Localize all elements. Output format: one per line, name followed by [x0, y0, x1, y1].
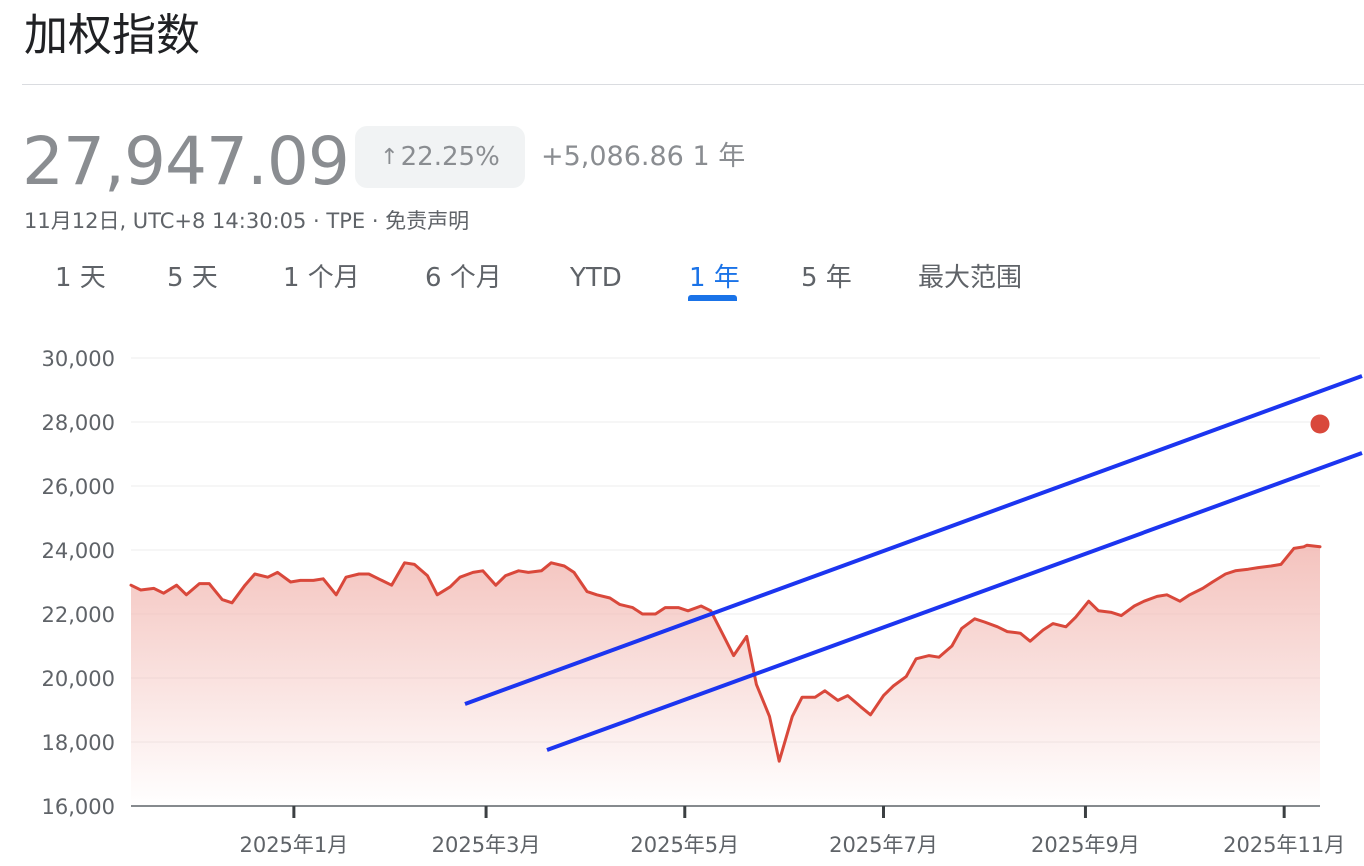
y-tick-label: 30,000: [42, 347, 115, 371]
y-tick-label: 18,000: [42, 731, 115, 755]
x-tick-label: 2025年9月: [1031, 833, 1140, 857]
x-tick-label: 2025年1月: [239, 833, 348, 857]
price-chart: 30,000 28,000 26,000 24,000 22,000 20,000 18,0…: [42, 347, 1363, 857]
y-tick-label: 28,000: [42, 411, 115, 435]
x-tick-label: 2025年5月: [630, 833, 739, 857]
last-point-marker: [1310, 414, 1330, 434]
x-tick-label: 2025年3月: [432, 833, 541, 857]
y-tick-label: 20,000: [42, 667, 115, 691]
y-tick-label: 24,000: [42, 539, 115, 563]
x-tick-label: 2025年11月: [1223, 833, 1345, 857]
x-tick-label: 2025年7月: [829, 833, 938, 857]
y-tick-label: 26,000: [42, 475, 115, 499]
y-tick-label: 16,000: [42, 795, 115, 819]
series-area-fill: [131, 545, 1320, 806]
y-tick-label: 22,000: [42, 603, 115, 627]
